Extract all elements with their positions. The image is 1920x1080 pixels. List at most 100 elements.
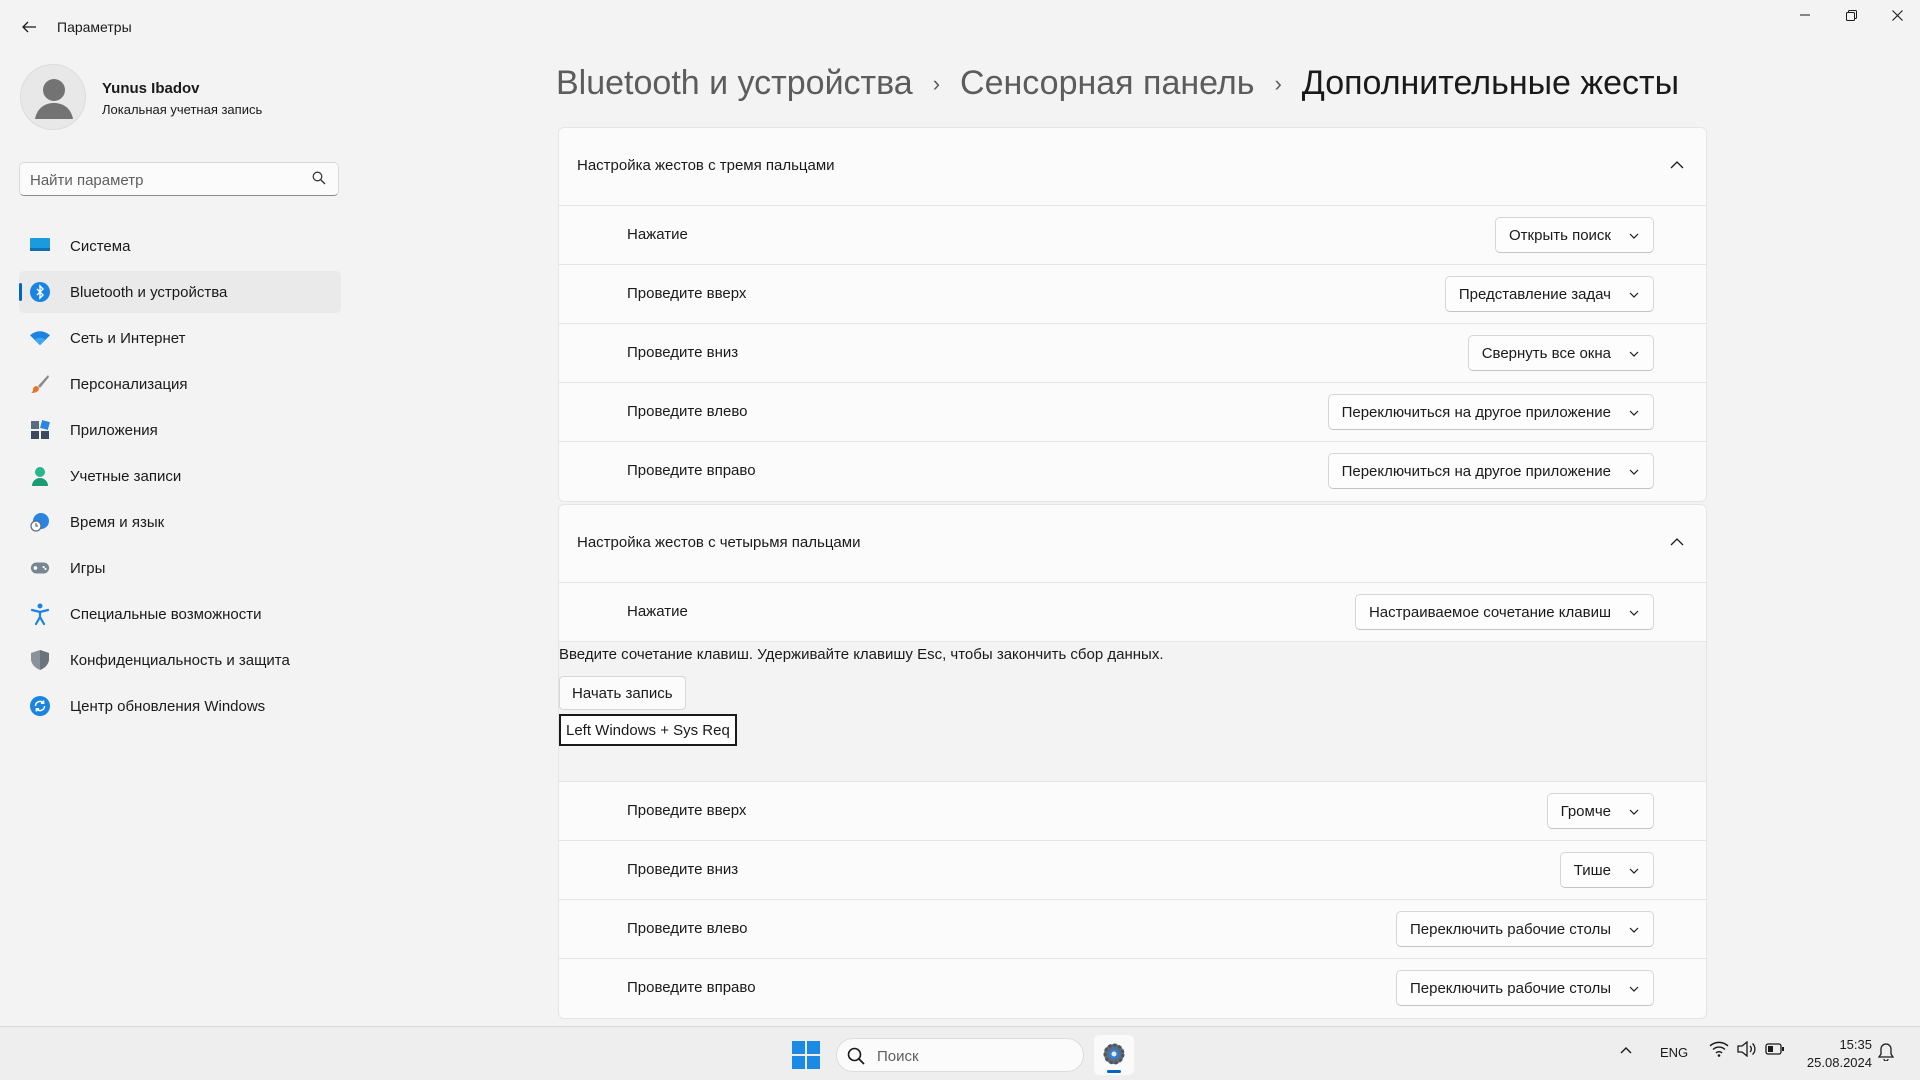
gesture-row: Проведите влево Переключиться на другое … — [559, 383, 1706, 442]
chevron-down-icon — [1629, 868, 1639, 874]
sidebar-item-label: Персонализация — [70, 375, 188, 393]
apps-icon — [30, 420, 50, 440]
back-button[interactable] — [14, 12, 44, 42]
breadcrumb-touchpad-link[interactable]: Сенсорная панель — [960, 64, 1254, 103]
account-type: Локальная учетная запись — [102, 102, 263, 117]
taskbar: Поиск ENG 15:35 25.08.2024 — [0, 1026, 1920, 1080]
gesture-label: Проведите вниз — [627, 344, 739, 361]
chevron-right-icon: › — [932, 70, 941, 96]
gesture-label: Проведите вверх — [627, 802, 747, 819]
sidebar-item-network[interactable]: Сеть и Интернет — [19, 317, 341, 359]
start-button[interactable] — [786, 1039, 826, 1071]
four-finger-gestures-card: Настройка жестов с четырьмя пальцами Наж… — [558, 504, 1707, 1019]
sidebar-item-accessibility[interactable]: Специальные возможности — [19, 593, 341, 635]
chevron-up-icon[interactable] — [1670, 158, 1684, 172]
gesture-row: Проведите вправо Переключить рабочие сто… — [559, 959, 1706, 1018]
window-controls — [1782, 0, 1920, 30]
restore-button[interactable] — [1828, 0, 1874, 30]
gesture-row: Нажатие Настраиваемое сочетание клавиш — [559, 583, 1706, 642]
dropdown-value: Переключить рабочие столы — [1410, 979, 1611, 997]
update-icon — [30, 696, 50, 716]
gesture-label: Проведите вправо — [627, 462, 756, 479]
sidebar-item-label: Конфиденциальность и защита — [70, 651, 290, 669]
chevron-down-icon — [1629, 233, 1639, 239]
sidebar-item-label: Специальные возможности — [70, 605, 262, 623]
gesture-action-dropdown[interactable]: Переключиться на другое приложение — [1327, 453, 1654, 489]
start-recording-button[interactable]: Начать запись — [559, 676, 686, 710]
gesture-action-dropdown[interactable]: Переключиться на другое приложение — [1327, 394, 1654, 430]
close-icon — [1891, 9, 1903, 21]
gesture-row: Проведите влево Переключить рабочие стол… — [559, 900, 1706, 959]
shortcut-field[interactable]: Left Windows + Sys Req — [559, 714, 737, 746]
gesture-action-dropdown[interactable]: Открыть поиск — [1495, 217, 1654, 253]
section-title: Настройка жестов с тремя пальцами — [577, 157, 835, 174]
system-tray-icons[interactable] — [1709, 1041, 1785, 1057]
sidebar-item-gaming[interactable]: Игры — [19, 547, 341, 589]
shield-icon — [30, 650, 50, 670]
gesture-action-dropdown[interactable]: Свернуть все окна — [1467, 335, 1654, 371]
close-button[interactable] — [1874, 0, 1920, 30]
chevron-down-icon — [1629, 410, 1639, 416]
gesture-row: Проведите вверх Громче — [559, 782, 1706, 841]
user-name: Yunus Ibadov — [102, 80, 200, 97]
title-bar: Параметры — [0, 0, 1920, 54]
chevron-down-icon — [1629, 927, 1639, 933]
gesture-action-dropdown[interactable]: Переключить рабочие столы — [1396, 911, 1654, 947]
language-indicator[interactable]: ENG — [1660, 1045, 1688, 1060]
gesture-action-dropdown[interactable]: Представление задач — [1444, 276, 1654, 312]
dropdown-value: Свернуть все окна — [1481, 344, 1611, 362]
windows-logo-icon — [792, 1041, 820, 1069]
app-title: Параметры — [57, 19, 132, 35]
sidebar-item-system[interactable]: Система — [19, 225, 341, 267]
sidebar-item-windows-update[interactable]: Центр обновления Windows — [19, 685, 341, 727]
dropdown-value: Настраиваемое сочетание клавиш — [1368, 603, 1611, 621]
taskbar-search-placeholder: Поиск — [877, 1048, 919, 1065]
show-hidden-icons-chevron-icon[interactable] — [1619, 1043, 1633, 1057]
taskbar-search[interactable]: Поиск — [836, 1038, 1084, 1072]
settings-search[interactable] — [19, 162, 339, 196]
sidebar-item-time-language[interactable]: Время и язык — [19, 501, 341, 543]
sidebar-item-apps[interactable]: Приложения — [19, 409, 341, 451]
four-finger-section-header[interactable]: Настройка жестов с четырьмя пальцами — [559, 505, 1706, 583]
gamepad-icon — [30, 558, 50, 578]
search-icon[interactable] — [312, 171, 326, 185]
user-profile[interactable]: Yunus Ibadov Локальная учетная запись — [20, 64, 350, 136]
sidebar-item-label: Система — [70, 237, 131, 255]
three-finger-section-header[interactable]: Настройка жестов с тремя пальцами — [559, 128, 1706, 206]
gesture-action-dropdown[interactable]: Переключить рабочие столы — [1396, 970, 1654, 1006]
taskbar-settings-app[interactable] — [1094, 1035, 1134, 1075]
sidebar-item-personalization[interactable]: Персонализация — [19, 363, 341, 405]
minimize-button[interactable] — [1782, 0, 1828, 30]
dropdown-value: Переключить рабочие столы — [1410, 920, 1611, 938]
search-input[interactable] — [30, 169, 300, 191]
wifi-icon — [1709, 1041, 1729, 1057]
chevron-right-icon: › — [1274, 70, 1282, 96]
gesture-label: Нажатие — [627, 603, 688, 620]
gesture-action-dropdown[interactable]: Громче — [1546, 793, 1654, 829]
taskbar-clock[interactable]: 15:35 25.08.2024 — [1798, 1036, 1872, 1072]
recorder-hint: Введите сочетание клавиш. Удерживайте кл… — [559, 646, 1164, 663]
accessibility-icon — [30, 603, 50, 625]
chevron-up-icon[interactable] — [1670, 535, 1684, 549]
system-icon — [30, 236, 50, 256]
battery-icon — [1765, 1043, 1784, 1055]
chevron-down-icon — [1629, 469, 1639, 475]
chevron-down-icon — [1629, 986, 1639, 992]
sidebar-item-label: Центр обновления Windows — [70, 697, 266, 715]
shortcut-recorder-panel: Введите сочетание клавиш. Удерживайте кл… — [559, 642, 1706, 782]
minimize-icon — [1800, 14, 1810, 16]
breadcrumb-bluetooth-link[interactable]: Bluetooth и устройства — [556, 64, 913, 103]
brush-icon — [30, 374, 50, 394]
gesture-label: Проведите влево — [627, 403, 748, 420]
sidebar-item-accounts[interactable]: Учетные записи — [19, 455, 341, 497]
gesture-row: Проведите вправо Переключиться на другое… — [559, 442, 1706, 501]
notification-bell-icon[interactable] — [1878, 1043, 1894, 1061]
breadcrumb: Bluetooth и устройства › Сенсорная панел… — [556, 64, 1679, 103]
search-icon — [847, 1047, 865, 1065]
default-user-icon — [35, 79, 73, 119]
person-icon — [30, 466, 50, 486]
gesture-action-dropdown[interactable]: Настраиваемое сочетание клавиш — [1354, 594, 1654, 630]
sidebar-item-privacy[interactable]: Конфиденциальность и защита — [19, 639, 341, 681]
gesture-action-dropdown[interactable]: Тише — [1559, 852, 1654, 888]
sidebar-item-bluetooth[interactable]: Bluetooth и устройства — [19, 271, 341, 313]
